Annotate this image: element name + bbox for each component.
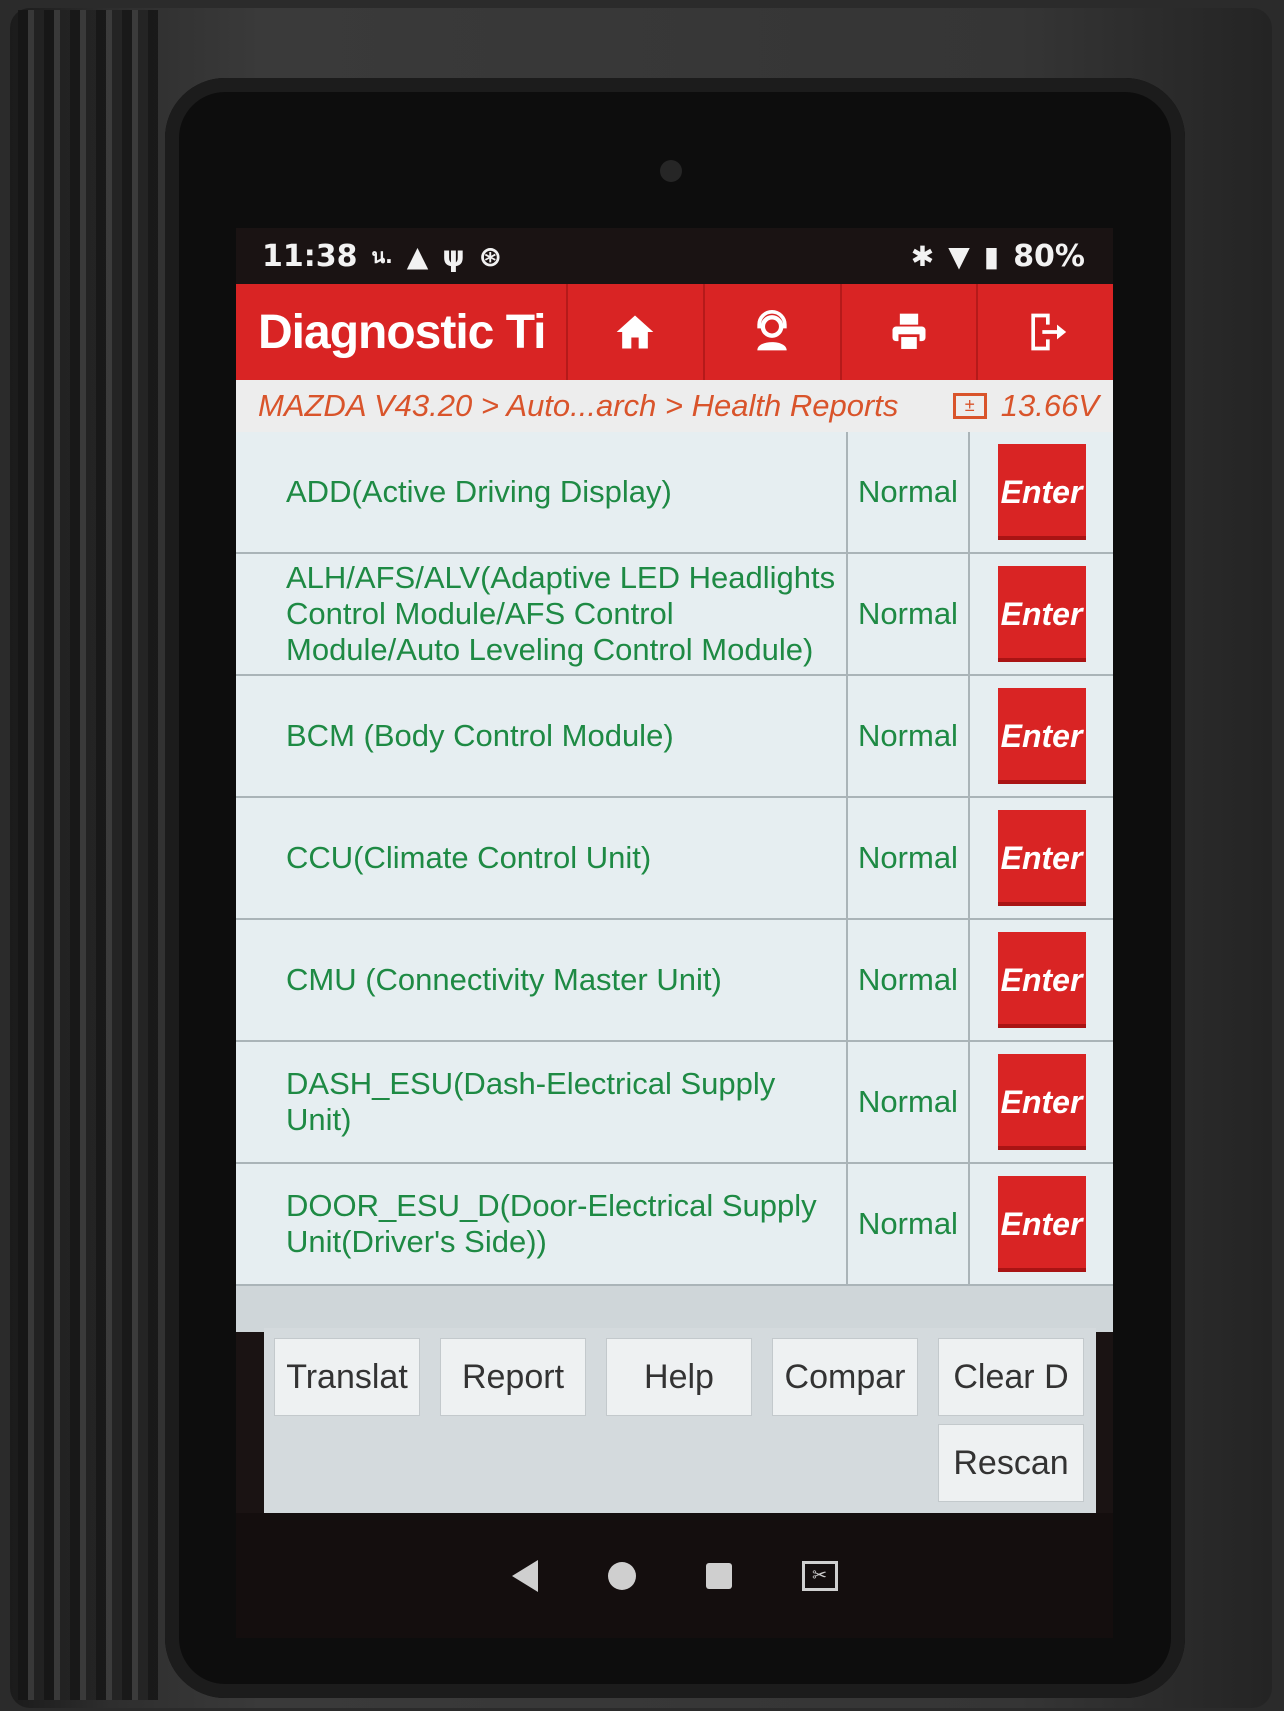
module-action-cell: Enter (970, 554, 1113, 674)
module-name: ADD(Active Driving Display) (236, 432, 848, 552)
enter-button[interactable]: Enter (997, 444, 1086, 540)
support-icon (757, 310, 787, 351)
module-row: DASH_ESU(Dash-Electrical Supply Unit) No… (236, 1042, 1113, 1164)
enter-button[interactable]: Enter (997, 1176, 1086, 1272)
system-nav-bar: ✂ (236, 1513, 1113, 1638)
module-status: Normal (848, 1164, 970, 1284)
module-action-cell: Enter (970, 798, 1113, 918)
voltage-indicator: ± 13.66V (952, 388, 1099, 424)
home-nav-icon[interactable] (607, 1561, 636, 1590)
module-row: DOOR_ESU_D(Door-Electrical Supply Unit(D… (236, 1164, 1113, 1286)
help-button[interactable]: Help (606, 1338, 752, 1416)
bluetooth-icon: ✱ (910, 239, 935, 273)
front-camera (660, 160, 682, 182)
compare-button[interactable]: Compar (772, 1338, 918, 1416)
app-title: Diagnostic Ti (258, 305, 547, 359)
voltage-value: 13.66V (1000, 388, 1099, 423)
support-button[interactable] (702, 284, 840, 380)
device-screen: 11:38 น. ▲ ψ ⊛ ✱ ▼ ▮ 80% Diagnostic Ti M… (236, 228, 1113, 1638)
module-list: ADD(Active Driving Display) Normal Enter… (236, 432, 1113, 1332)
battery-icon: ▮ (983, 239, 1000, 273)
module-name: CMU (Connectivity Master Unit) (236, 920, 848, 1040)
app-bar: Diagnostic Ti (236, 284, 1113, 380)
wifi-icon: ▼ (948, 239, 970, 273)
module-status: Normal (848, 1042, 970, 1162)
module-name: DOOR_ESU_D(Door-Electrical Supply Unit(D… (236, 1164, 848, 1284)
rescan-button[interactable]: Rescan (938, 1424, 1084, 1502)
usb-icon: ψ (442, 239, 465, 273)
exit-icon (1030, 313, 1066, 351)
back-icon[interactable] (511, 1559, 538, 1592)
module-name: BCM (Body Control Module) (236, 676, 848, 796)
module-status: Normal (848, 432, 970, 552)
enter-button[interactable]: Enter (997, 810, 1086, 906)
module-name: ALH/AFS/ALV(Adaptive LED Headlights Cont… (236, 554, 848, 674)
enter-button[interactable]: Enter (997, 1054, 1086, 1150)
module-action-cell: Enter (970, 1042, 1113, 1162)
exit-button[interactable] (976, 284, 1113, 380)
module-row: BCM (Body Control Module) Normal Enter (236, 676, 1113, 798)
ul-icon: น. (371, 244, 393, 268)
module-action-cell: Enter (970, 676, 1113, 796)
module-name: CCU(Climate Control Unit) (236, 798, 848, 918)
module-status: Normal (848, 920, 970, 1040)
module-action-cell: Enter (970, 1164, 1113, 1284)
car-battery-icon: ± (952, 393, 987, 419)
warning-icon: ▲ (406, 239, 429, 273)
device-grip (18, 10, 158, 1700)
module-row: ADD(Active Driving Display) Normal Enter (236, 432, 1113, 554)
module-status: Normal (848, 554, 970, 674)
breadcrumb-path: MAZDA V43.20 > Auto...arch > Health Repo… (258, 388, 899, 423)
home-button[interactable] (566, 284, 703, 380)
print-icon (892, 313, 926, 352)
module-row: ALH/AFS/ALV(Adaptive LED Headlights Cont… (236, 554, 1113, 676)
screenshot-icon[interactable]: ✂ (801, 1560, 838, 1591)
status-bar: 11:38 น. ▲ ψ ⊛ ✱ ▼ ▮ 80% (236, 228, 1113, 284)
translate-button[interactable]: Translat (274, 1338, 420, 1416)
enter-button[interactable]: Enter (997, 688, 1086, 784)
battery-level: 80% (1013, 238, 1085, 274)
print-button[interactable] (839, 284, 977, 380)
module-action-cell: Enter (970, 920, 1113, 1040)
module-status: Normal (848, 798, 970, 918)
status-time: 11:38 (262, 238, 358, 274)
clear-dtc-button[interactable]: Clear D (938, 1338, 1084, 1416)
module-row: CMU (Connectivity Master Unit) Normal En… (236, 920, 1113, 1042)
breadcrumb: MAZDA V43.20 > Auto...arch > Health Repo… (236, 380, 1113, 432)
module-action-cell: Enter (970, 432, 1113, 552)
module-row: CCU(Climate Control Unit) Normal Enter (236, 798, 1113, 920)
enter-button[interactable]: Enter (997, 932, 1086, 1028)
home-icon (617, 315, 654, 349)
enter-button[interactable]: Enter (997, 566, 1086, 662)
module-status: Normal (848, 676, 970, 796)
report-button[interactable]: Report (440, 1338, 586, 1416)
module-name: DASH_ESU(Dash-Electrical Supply Unit) (236, 1042, 848, 1162)
bottom-toolbar: Translat Report Help Compar Clear D Resc… (264, 1328, 1096, 1513)
recent-apps-icon[interactable] (705, 1562, 732, 1589)
vci-icon: ⊛ (478, 239, 503, 273)
